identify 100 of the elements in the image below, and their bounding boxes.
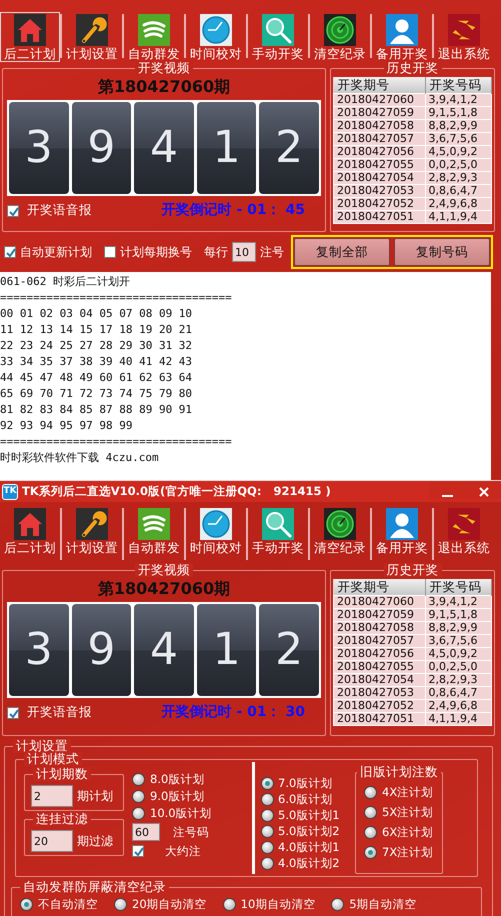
table-cell: 4,1,1,9,4 [425,210,492,224]
radio-button[interactable] [261,808,274,822]
radio-button[interactable] [132,806,145,820]
table-cell: 8,8,2,9,9 [425,120,492,132]
table-cell: 20180427051 [334,210,426,224]
approx-checkbox[interactable] [132,845,144,857]
toolbar-button[interactable]: 计划设置 [62,12,122,62]
toolbar-button[interactable]: 清空纪录 [310,12,370,62]
change-each-checkbox[interactable] [104,246,116,258]
radio-button[interactable] [364,786,377,798]
table-cell: 20180427053 [334,184,426,198]
plan-line: 时时彩软件软件下载 4czu.com [0,450,160,466]
option-label: 7.0版计划 [278,776,332,790]
table-cell: 20180427059 [334,106,426,120]
toolbar-button[interactable]: 手动开奖 [248,506,308,556]
voice-checkbox[interactable] [7,204,19,216]
wrench-icon [76,508,108,540]
option-label: 9.0版计划 [150,789,204,803]
number-field[interactable]: 20 [31,830,73,852]
digit-tile: 4 [134,102,194,194]
toolbar-button[interactable]: 时间校对 [186,12,246,62]
radio-button[interactable] [261,840,274,854]
app-logo: TK [2,484,18,500]
digit-tile: 4 [134,604,194,696]
toolbar-button[interactable]: 后二计划 [0,12,60,62]
table-cell: 0,0,2,5,0 [425,660,492,674]
house-icon [14,508,46,540]
radio-button[interactable] [132,790,145,802]
toolbar-button[interactable]: 备用开奖 [372,506,432,556]
toolbar-button[interactable]: 清空纪录 [310,506,370,556]
arrows-icon [448,14,480,46]
table-cell: 20180427052 [334,700,426,712]
plan-line: 44 45 47 48 49 60 61 62 63 64 [0,370,194,386]
search-icon [262,14,294,46]
group-title: 旧版计划注数 [357,765,441,779]
radio-button[interactable] [114,898,127,910]
radio-button[interactable] [132,772,145,786]
table-cell: 20180427057 [334,132,426,146]
copy-button[interactable]: 复制全部 [294,238,390,266]
radio-button[interactable] [261,856,274,870]
toolbar-button[interactable]: 退出系统 [434,12,494,62]
plan-line: 33 34 35 37 38 39 40 41 42 43 [0,354,194,370]
radio-button[interactable] [261,792,274,806]
radio-button[interactable] [364,846,377,858]
radio-button[interactable] [331,898,344,910]
table-cell: 20180427055 [334,660,426,674]
table-cell: 20180427054 [334,172,426,184]
toolbar-button[interactable]: 后二计划 [0,506,60,556]
plan-line: 061-062 时彩后二计划开 [0,274,131,290]
option-label: 7X注计划 [382,845,434,859]
radio-button[interactable] [364,826,377,838]
table-cell: 8,8,2,9,9 [425,622,492,634]
radio-button[interactable] [20,898,33,910]
panel-title: 历史开奖 [384,61,442,75]
column-header: 开奖期号 [334,77,426,94]
toolbar-button[interactable]: 备用开奖 [372,12,432,62]
per-row-field[interactable]: 10 [232,242,256,262]
option-label: 5X注计划 [382,805,434,819]
voice-checkbox[interactable] [7,706,19,718]
number-field[interactable]: 2 [31,785,73,807]
group-title: 计划期数 [33,767,91,781]
toolbar-button[interactable]: 时间校对 [186,506,246,556]
radar-icon [324,508,356,540]
option-label: 10.0版计划 [150,806,212,820]
table-cell: 4,5,0,9,2 [425,648,492,660]
option-label: 6X注计划 [382,825,434,839]
table-cell: 20180427051 [334,712,426,726]
plan-line: =================================== [0,434,233,450]
checkbox-label: 开奖语音报 [27,703,92,722]
user-icon [386,508,418,540]
toolbar-button[interactable]: 自动群发 [124,506,184,556]
option-label: 5.0版计划2 [278,824,340,838]
minimize-button[interactable] [429,481,467,499]
table-cell: 0,8,6,4,7 [425,184,492,198]
toolbar-button[interactable]: 计划设置 [62,506,122,556]
close-button[interactable] [467,481,501,499]
copy-button[interactable]: 复制号码 [394,238,490,266]
plan-line: 22 23 24 25 27 28 29 30 31 32 [0,338,194,354]
table-cell: 3,9,4,1,2 [425,94,492,106]
option-label: 4X注计划 [382,785,434,799]
radio-button[interactable] [261,824,274,838]
digit-tile: 9 [72,604,132,696]
radar-icon [324,14,356,46]
table-cell: 20180427052 [334,198,426,210]
column-header: 开奖号码 [425,77,492,94]
radio-button[interactable] [261,776,274,790]
arrows-icon [448,508,480,540]
auto-update-checkbox[interactable] [4,246,16,258]
table-cell: 2,4,9,6,8 [425,198,492,210]
radio-button[interactable] [222,898,236,910]
table-cell: 4,1,1,9,4 [425,712,492,726]
toolbar-button[interactable]: 退出系统 [434,506,494,556]
checkbox-label: 大约注 [165,844,201,858]
toolbar-button[interactable]: 手动开奖 [248,12,308,62]
table-cell: 2,8,2,9,3 [425,674,492,686]
table-cell: 0,0,2,5,0 [425,158,492,172]
digit-tile: 3 [9,604,69,696]
radio-button[interactable] [364,806,377,818]
toolbar-button[interactable]: 自动群发 [124,12,184,62]
number-field[interactable]: 60 [132,823,160,841]
